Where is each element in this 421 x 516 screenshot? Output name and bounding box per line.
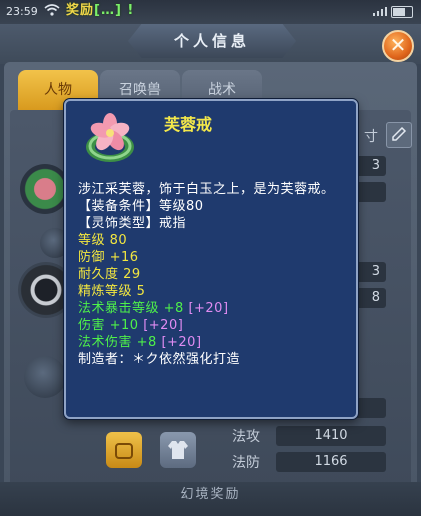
item-tooltip: 芙蓉戒 涉江采芙蓉，饰于白玉之上，是为芙蓉戒。 【装备条件】等级80 【灵饰类型… <box>64 99 358 419</box>
item-type: 【灵饰类型】戒指 <box>78 216 187 231</box>
item-requirement: 【装备条件】等级80 <box>78 199 204 214</box>
item-name: 芙蓉戒 <box>164 115 213 134</box>
page-title: 个人信息 <box>173 32 250 50</box>
footer-label: 幻境奖励 <box>180 487 241 502</box>
bonus-extra: [+20] <box>161 335 202 350</box>
close-button[interactable]: ✕ <box>382 30 414 62</box>
item-level: 等级 80 <box>78 233 128 248</box>
status-bar: 23:59 奖励[…] ! <box>0 0 421 24</box>
stat-value-magic-attack: 1410 <box>276 426 386 446</box>
banner-label: 奖励 <box>66 3 95 18</box>
item-defense: 防御 +16 <box>78 250 139 265</box>
item-durability: 耐久度 29 <box>78 267 141 282</box>
bonus-text: 法术伤害 +8 <box>78 335 157 350</box>
equipment-slot-ring[interactable] <box>20 164 70 214</box>
bonus-extra: [+20] <box>188 301 229 316</box>
status-time: 23:59 <box>6 5 38 18</box>
stat-field-value: 8 <box>371 290 380 305</box>
equipment-slot[interactable] <box>24 356 66 398</box>
bag-button[interactable] <box>106 432 142 468</box>
lotus-ring-icon <box>86 113 134 162</box>
bag-icon <box>115 443 133 459</box>
item-bonus-crit: 法术暴击等级 +8 [+20] <box>78 300 348 317</box>
bonus-extra: [+20] <box>143 318 184 333</box>
item-bonus-damage: 伤害 +10 [+20] <box>78 317 348 334</box>
bonus-text: 法术暴击等级 +8 <box>78 301 184 316</box>
wifi-icon <box>44 4 60 16</box>
outfit-button[interactable] <box>160 432 196 468</box>
stat-field-value: 3 <box>371 264 380 279</box>
stat-value-magic-defense: 1166 <box>276 452 386 472</box>
item-maker: 制造者：＊ク依然强化打造 <box>78 352 241 367</box>
stat-label-magic-attack: 法攻 <box>232 429 260 445</box>
side-label: 寸 <box>364 129 378 145</box>
stat-field-value: 3 <box>371 158 380 173</box>
notification-banner[interactable]: 奖励[…] ! <box>66 2 134 20</box>
edit-button[interactable] <box>386 122 412 148</box>
signal-icon <box>373 7 387 16</box>
pencil-icon <box>392 126 407 141</box>
footer-reward-bar[interactable]: 幻境奖励 <box>0 482 421 516</box>
item-refine-level: 精炼等级 5 <box>78 284 146 299</box>
close-icon: ✕ <box>389 33 407 57</box>
clothing-icon <box>168 441 188 459</box>
banner-text: […] ! <box>94 3 135 18</box>
item-description: 涉江采芙蓉，饰于白玉之上，是为芙蓉戒。 <box>78 182 335 197</box>
bonus-text: 伤害 +10 <box>78 318 139 333</box>
battery-icon <box>391 6 413 18</box>
item-attributes: 涉江采芙蓉，饰于白玉之上，是为芙蓉戒。 【装备条件】等级80 【灵饰类型】戒指 … <box>78 181 348 368</box>
item-bonus-magic-damage: 法术伤害 +8 [+20] <box>78 334 348 351</box>
stat-label-magic-defense: 法防 <box>232 455 260 471</box>
